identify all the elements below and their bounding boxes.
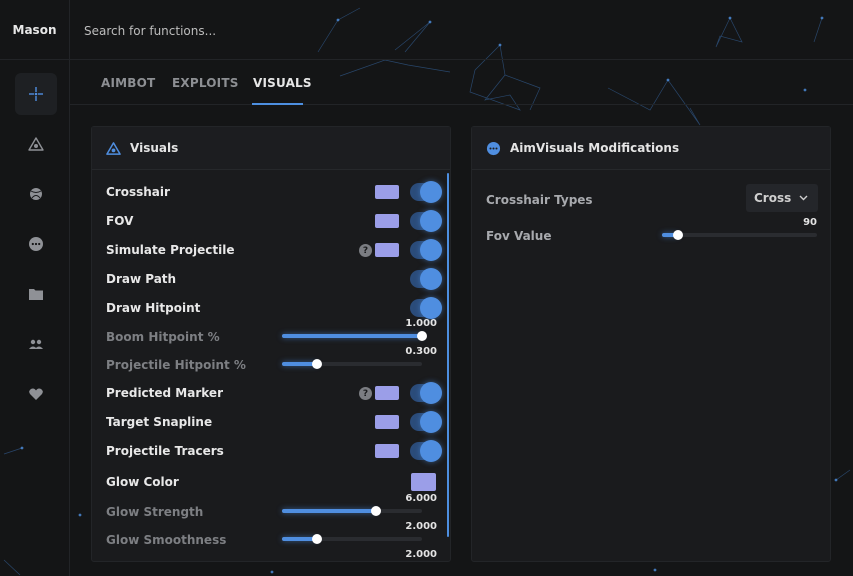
glow-smoothness-slider[interactable] [282,534,422,544]
sidebar-item-misc[interactable] [15,223,57,265]
ellipsis-icon [486,141,501,156]
slider-thumb[interactable] [312,534,322,544]
slider-thumb[interactable] [417,331,427,341]
draw-path-label: Draw Path [106,272,177,286]
projectile-tracers-color-swatch[interactable] [375,444,399,458]
tab-exploits[interactable]: EXPLOITS [172,76,239,90]
draw-hitpoint-toggle[interactable] [410,297,442,319]
visuals-panel: Visuals Crosshair FOV Simulate Projectil… [91,126,451,562]
search-input[interactable] [84,22,384,40]
eye-triangle-icon [28,137,44,151]
fov-color-swatch[interactable] [375,214,399,228]
folder-icon [29,289,43,300]
boom-hitpoint-slider[interactable] [282,331,427,341]
projectile-tracers-label: Projectile Tracers [106,444,224,458]
visuals-panel-scrollbar[interactable] [447,173,449,537]
tab-visuals[interactable]: VISUALS [253,76,312,90]
crosshair-types-label: Crosshair Types [486,193,593,207]
aim-visuals-panel-title: AimVisuals Modifications [510,141,680,155]
crosshair-toggle[interactable] [410,181,442,203]
fov-value-slider[interactable] [662,230,817,240]
tab-bar: AIMBOT EXPLOITS VISUALS [70,60,853,105]
eye-triangle-icon [106,142,121,155]
crosshair-types-selected: Cross [754,191,792,205]
toggle-knob [420,181,442,203]
active-tab-indicator [252,103,303,105]
boom-hitpoint-value: 1.000 [405,318,437,329]
glow-color-label: Glow Color [106,475,179,489]
crosshair-icon [29,87,43,101]
draw-path-toggle[interactable] [410,268,442,290]
sidebar-item-aimbot[interactable] [15,73,57,115]
crosshair-label: Crosshair [106,185,170,199]
glow-smoothness-label: Glow Smoothness [106,533,227,547]
toggle-knob [420,382,442,404]
fov-label: FOV [106,214,134,228]
toggle-knob [420,411,442,433]
brand-label: Mason [0,0,70,60]
target-snapline-color-swatch[interactable] [375,415,399,429]
target-snapline-toggle[interactable] [410,411,442,433]
boom-hitpoint-label: Boom Hitpoint % [106,330,220,344]
slider-thumb[interactable] [312,359,322,369]
simulate-projectile-help-icon[interactable]: ? [359,244,372,257]
projectile-hitpoint-label: Projectile Hitpoint % [106,358,246,372]
fov-value-readout: 90 [803,217,817,228]
aim-visuals-panel-header: AimVisuals Modifications [472,127,830,170]
slider-fill [282,509,376,513]
app-window: Mason Search for functions... AIMBOT EXP… [0,0,853,576]
predicted-marker-help-icon[interactable]: ? [359,387,372,400]
tab-aimbot[interactable]: AIMBOT [101,76,155,90]
visuals-panel-header: Visuals [92,127,450,170]
glow-smoothness-value: 2.000 [405,521,437,532]
toggle-knob [420,297,442,319]
slider-fill [282,334,422,338]
target-snapline-label: Target Snapline [106,415,213,429]
sidebar-item-players[interactable] [15,323,57,365]
projectile-tracers-toggle[interactable] [410,440,442,462]
simulate-projectile-label: Simulate Projectile [106,243,235,257]
sidebar-item-configs[interactable] [15,273,57,315]
projectile-hitpoint-slider[interactable] [282,359,422,369]
toggle-knob [420,210,442,232]
crosshair-types-dropdown[interactable]: Cross [746,184,818,212]
draw-hitpoint-label: Draw Hitpoint [106,301,201,315]
sidebar-item-visuals[interactable] [15,123,57,165]
predicted-marker-label: Predicted Marker [106,386,223,400]
simulate-projectile-toggle[interactable] [410,239,442,261]
glow-color-swatch[interactable] [411,473,436,491]
predicted-marker-toggle[interactable] [410,382,442,404]
ellipsis-icon [29,237,43,251]
predicted-marker-color-swatch[interactable] [375,386,399,400]
slider-thumb[interactable] [370,506,381,516]
users-icon [29,339,43,349]
fov-toggle[interactable] [410,210,442,232]
slider-thumb[interactable] [672,230,683,240]
crosshair-color-swatch[interactable] [375,185,399,199]
simulate-projectile-color-swatch[interactable] [375,243,399,257]
top-bar: Mason [0,0,853,60]
toggle-knob [420,239,442,261]
glow-strength-slider[interactable] [282,506,422,516]
ball-icon [30,188,42,200]
chevron-down-icon [799,195,808,201]
sidebar-item-favorites[interactable] [15,373,57,415]
glow-strength-value: 6.000 [405,493,437,504]
glow-strength-label: Glow Strength [106,505,204,519]
sidebar [0,60,70,576]
fov-value-label: Fov Value [486,229,552,243]
sidebar-item-world[interactable] [15,173,57,215]
aim-visuals-panel: AimVisuals Modifications Crosshair Types… [471,126,831,562]
visuals-panel-title: Visuals [130,141,179,155]
toggle-knob [420,440,442,462]
next-row-value: 2.000 [405,549,437,560]
toggle-knob [420,268,442,290]
projectile-hitpoint-value: 0.300 [405,346,437,357]
heart-icon [29,388,43,400]
